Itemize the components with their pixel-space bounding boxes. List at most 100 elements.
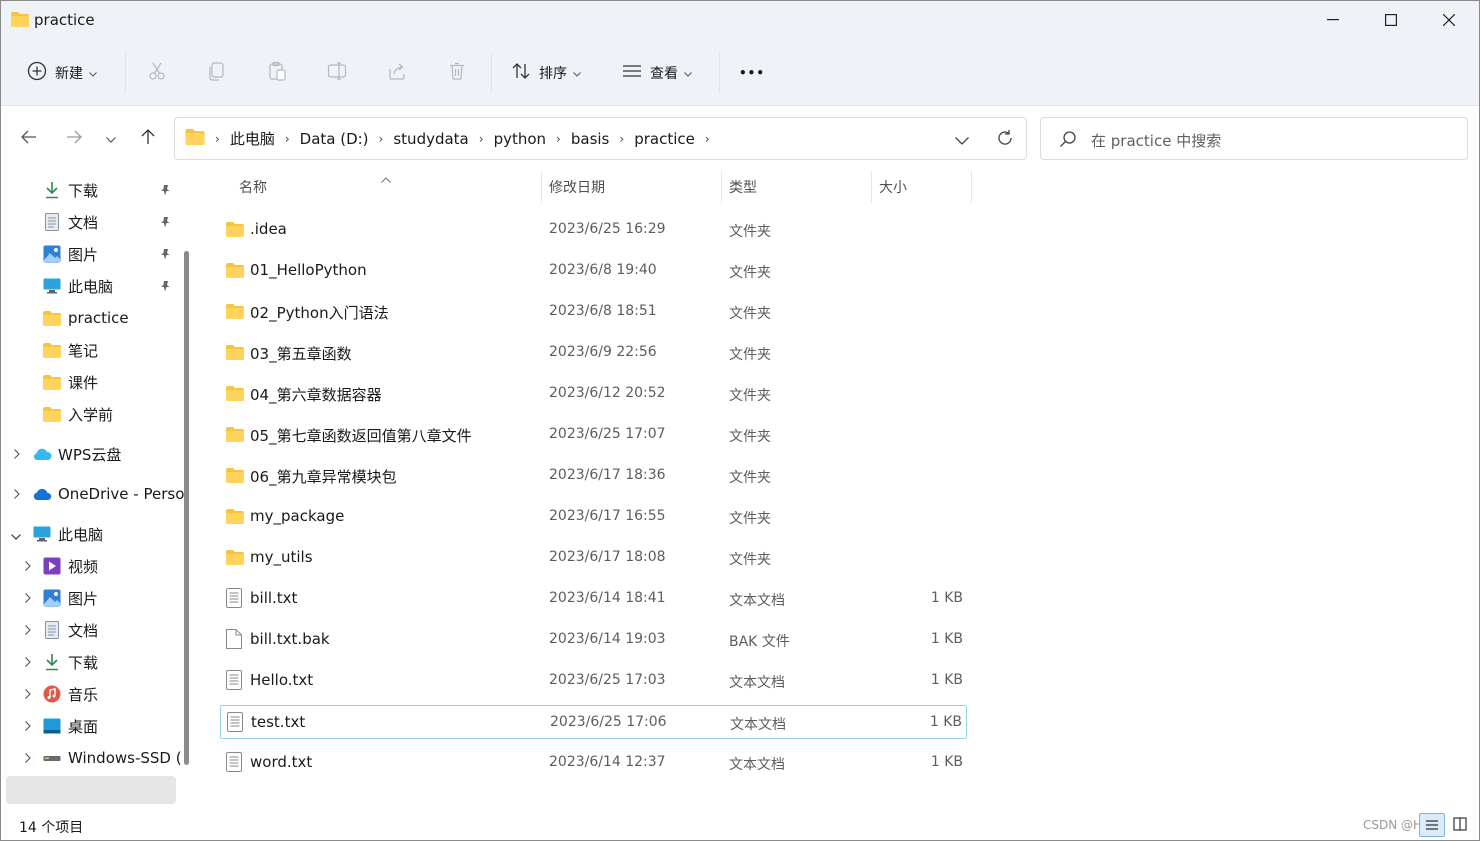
column-header-date[interactable]: 修改日期 bbox=[549, 169, 605, 205]
folder-icon bbox=[226, 263, 244, 282]
file-row[interactable]: 04_第六章数据容器 2023/6/12 20:52 文件夹 bbox=[220, 377, 967, 411]
sidebar-item-onedrive[interactable]: OneDrive - Perso bbox=[32, 479, 184, 509]
breadcrumb-item-data-drive[interactable]: Data (D:) bbox=[294, 130, 375, 148]
sidebar-item-quick-0[interactable]: 下载 bbox=[42, 175, 98, 205]
sidebar-item-this-pc[interactable]: 此电脑 bbox=[32, 519, 103, 549]
file-row[interactable]: 01_HelloPython 2023/6/8 19:40 文件夹 bbox=[220, 254, 967, 288]
file-row[interactable]: bill.txt.bak 2023/6/14 19:03 BAK 文件 1 KB bbox=[220, 623, 967, 657]
sidebar-item-pc-2[interactable]: 文档 bbox=[42, 615, 98, 645]
column-divider[interactable] bbox=[541, 171, 542, 203]
chevron-right-icon[interactable] bbox=[25, 689, 31, 702]
sidebar-item-pc-0[interactable]: 视频 bbox=[42, 551, 98, 581]
chevron-right-icon[interactable] bbox=[25, 593, 31, 606]
file-row[interactable]: 02_Python入门语法 2023/6/8 18:51 文件夹 bbox=[220, 295, 967, 329]
address-bar[interactable]: › 此电脑 › Data (D:) › studydata › python ›… bbox=[174, 117, 1027, 160]
file-row[interactable]: .idea 2023/6/25 16:29 文件夹 bbox=[220, 213, 967, 247]
minimize-button[interactable] bbox=[1304, 1, 1362, 39]
share-button[interactable] bbox=[387, 57, 407, 89]
breadcrumb-separator[interactable]: › bbox=[701, 132, 714, 146]
address-history-button[interactable] bbox=[955, 133, 969, 149]
more-options-button[interactable]: ••• bbox=[739, 57, 765, 89]
recent-locations-button[interactable] bbox=[99, 127, 123, 151]
file-row[interactable]: 06_第九章异常模块包 2023/6/17 18:36 文件夹 bbox=[220, 459, 967, 493]
view-list-icon bbox=[622, 61, 642, 85]
sidebar-item-label: 课件 bbox=[68, 373, 99, 392]
file-row[interactable]: 05_第七章函数返回值第八章文件 2023/6/25 17:07 文件夹 bbox=[220, 418, 967, 452]
breadcrumb-separator[interactable]: › bbox=[552, 132, 565, 146]
cut-button[interactable] bbox=[147, 57, 167, 89]
paste-button[interactable] bbox=[267, 57, 287, 89]
delete-button[interactable] bbox=[447, 57, 467, 89]
command-bar: 新建 排序 查看 ••• bbox=[1, 39, 1479, 106]
sort-button[interactable]: 排序 bbox=[511, 57, 581, 89]
breadcrumb-item-studydata[interactable]: studydata bbox=[387, 130, 474, 148]
sidebar-selection-highlight bbox=[6, 776, 176, 804]
sidebar-item-pc-6[interactable]: Windows-SSD ( bbox=[42, 743, 182, 773]
column-divider[interactable] bbox=[971, 171, 972, 203]
rename-button[interactable] bbox=[327, 57, 347, 89]
back-button[interactable] bbox=[17, 127, 41, 151]
sidebar-item-pc-3[interactable]: 下载 bbox=[42, 647, 98, 677]
file-row[interactable]: Hello.txt 2023/6/25 17:03 文本文档 1 KB bbox=[220, 664, 967, 698]
sidebar-item-wps[interactable]: WPS云盘 bbox=[32, 439, 121, 469]
blank-file-icon bbox=[226, 629, 242, 653]
breadcrumb-separator[interactable]: › bbox=[375, 132, 388, 146]
file-row[interactable]: bill.txt 2023/6/14 18:41 文本文档 1 KB bbox=[220, 582, 967, 616]
chevron-right-icon[interactable] bbox=[25, 657, 31, 670]
file-row[interactable]: my_package 2023/6/17 16:55 文件夹 bbox=[220, 500, 967, 534]
refresh-icon[interactable] bbox=[996, 129, 1014, 151]
sidebar-scrollbar[interactable] bbox=[184, 251, 189, 765]
file-date: 2023/6/14 12:37 bbox=[549, 754, 666, 770]
breadcrumb-separator[interactable]: › bbox=[281, 132, 294, 146]
tiles-view-icon[interactable] bbox=[1449, 813, 1471, 837]
chevron-right-icon[interactable] bbox=[25, 721, 31, 734]
sidebar-item-label: 此电脑 bbox=[58, 525, 104, 544]
details-view-icon[interactable] bbox=[1419, 813, 1445, 837]
search-box[interactable]: 在 practice 中搜索 bbox=[1040, 117, 1468, 160]
sidebar-item-quick-3[interactable]: 此电脑 bbox=[42, 271, 113, 301]
sidebar-item-quick-5[interactable]: 笔记 bbox=[42, 335, 98, 365]
file-type: 文件夹 bbox=[729, 552, 771, 568]
close-button[interactable] bbox=[1420, 1, 1478, 39]
chevron-right-icon[interactable] bbox=[14, 449, 20, 462]
sidebar-item-quick-4[interactable]: practice bbox=[42, 303, 129, 333]
column-header-size[interactable]: 大小 bbox=[879, 169, 907, 205]
file-row[interactable]: my_utils 2023/6/17 18:08 文件夹 bbox=[220, 541, 967, 575]
forward-button[interactable] bbox=[62, 127, 86, 151]
up-button[interactable] bbox=[136, 127, 160, 151]
sidebar-item-quick-1[interactable]: 文档 bbox=[42, 207, 98, 237]
file-row[interactable]: test.txt 2023/6/25 17:06 文本文档 1 KB bbox=[220, 705, 967, 739]
file-row[interactable]: 03_第五章函数 2023/6/9 22:56 文件夹 bbox=[220, 336, 967, 370]
sidebar-item-quick-6[interactable]: 课件 bbox=[42, 367, 98, 397]
sidebar-item-quick-7[interactable]: 入学前 bbox=[42, 399, 113, 429]
breadcrumb-separator[interactable]: › bbox=[475, 132, 488, 146]
column-header-name[interactable]: 名称 bbox=[239, 169, 267, 205]
chevron-right-icon[interactable] bbox=[25, 561, 31, 574]
sidebar-item-pc-5[interactable]: 桌面 bbox=[42, 711, 98, 741]
breadcrumb-item-python[interactable]: python bbox=[488, 130, 552, 148]
breadcrumb-item-basis[interactable]: basis bbox=[565, 130, 616, 148]
breadcrumb-item-this-pc[interactable]: 此电脑 bbox=[224, 128, 281, 149]
chevron-right-icon[interactable] bbox=[25, 625, 31, 638]
copy-button[interactable] bbox=[207, 57, 227, 89]
chevron-right-icon[interactable] bbox=[14, 489, 20, 502]
chevron-right-icon[interactable] bbox=[25, 753, 31, 766]
breadcrumb-item-practice[interactable]: practice bbox=[628, 130, 701, 148]
sidebar-item-label: 图片 bbox=[68, 589, 99, 608]
file-name: bill.txt.bak bbox=[250, 630, 330, 648]
column-divider[interactable] bbox=[721, 171, 722, 203]
breadcrumb-separator[interactable]: › bbox=[211, 132, 224, 146]
file-name: word.txt bbox=[250, 753, 313, 771]
new-button[interactable]: 新建 bbox=[27, 57, 97, 89]
sidebar-item-pc-1[interactable]: 图片 bbox=[42, 583, 98, 613]
breadcrumb-separator[interactable]: › bbox=[615, 132, 628, 146]
maximize-button[interactable] bbox=[1362, 1, 1420, 39]
file-row[interactable]: word.txt 2023/6/14 12:37 文本文档 1 KB bbox=[220, 746, 967, 780]
desktop-icon bbox=[42, 716, 62, 736]
view-button[interactable]: 查看 bbox=[622, 57, 692, 89]
sidebar-item-pc-4[interactable]: 音乐 bbox=[42, 679, 98, 709]
column-divider[interactable] bbox=[871, 171, 872, 203]
column-header-type[interactable]: 类型 bbox=[729, 169, 757, 205]
sidebar-item-quick-2[interactable]: 图片 bbox=[42, 239, 98, 269]
chevron-down-icon[interactable] bbox=[11, 530, 21, 543]
